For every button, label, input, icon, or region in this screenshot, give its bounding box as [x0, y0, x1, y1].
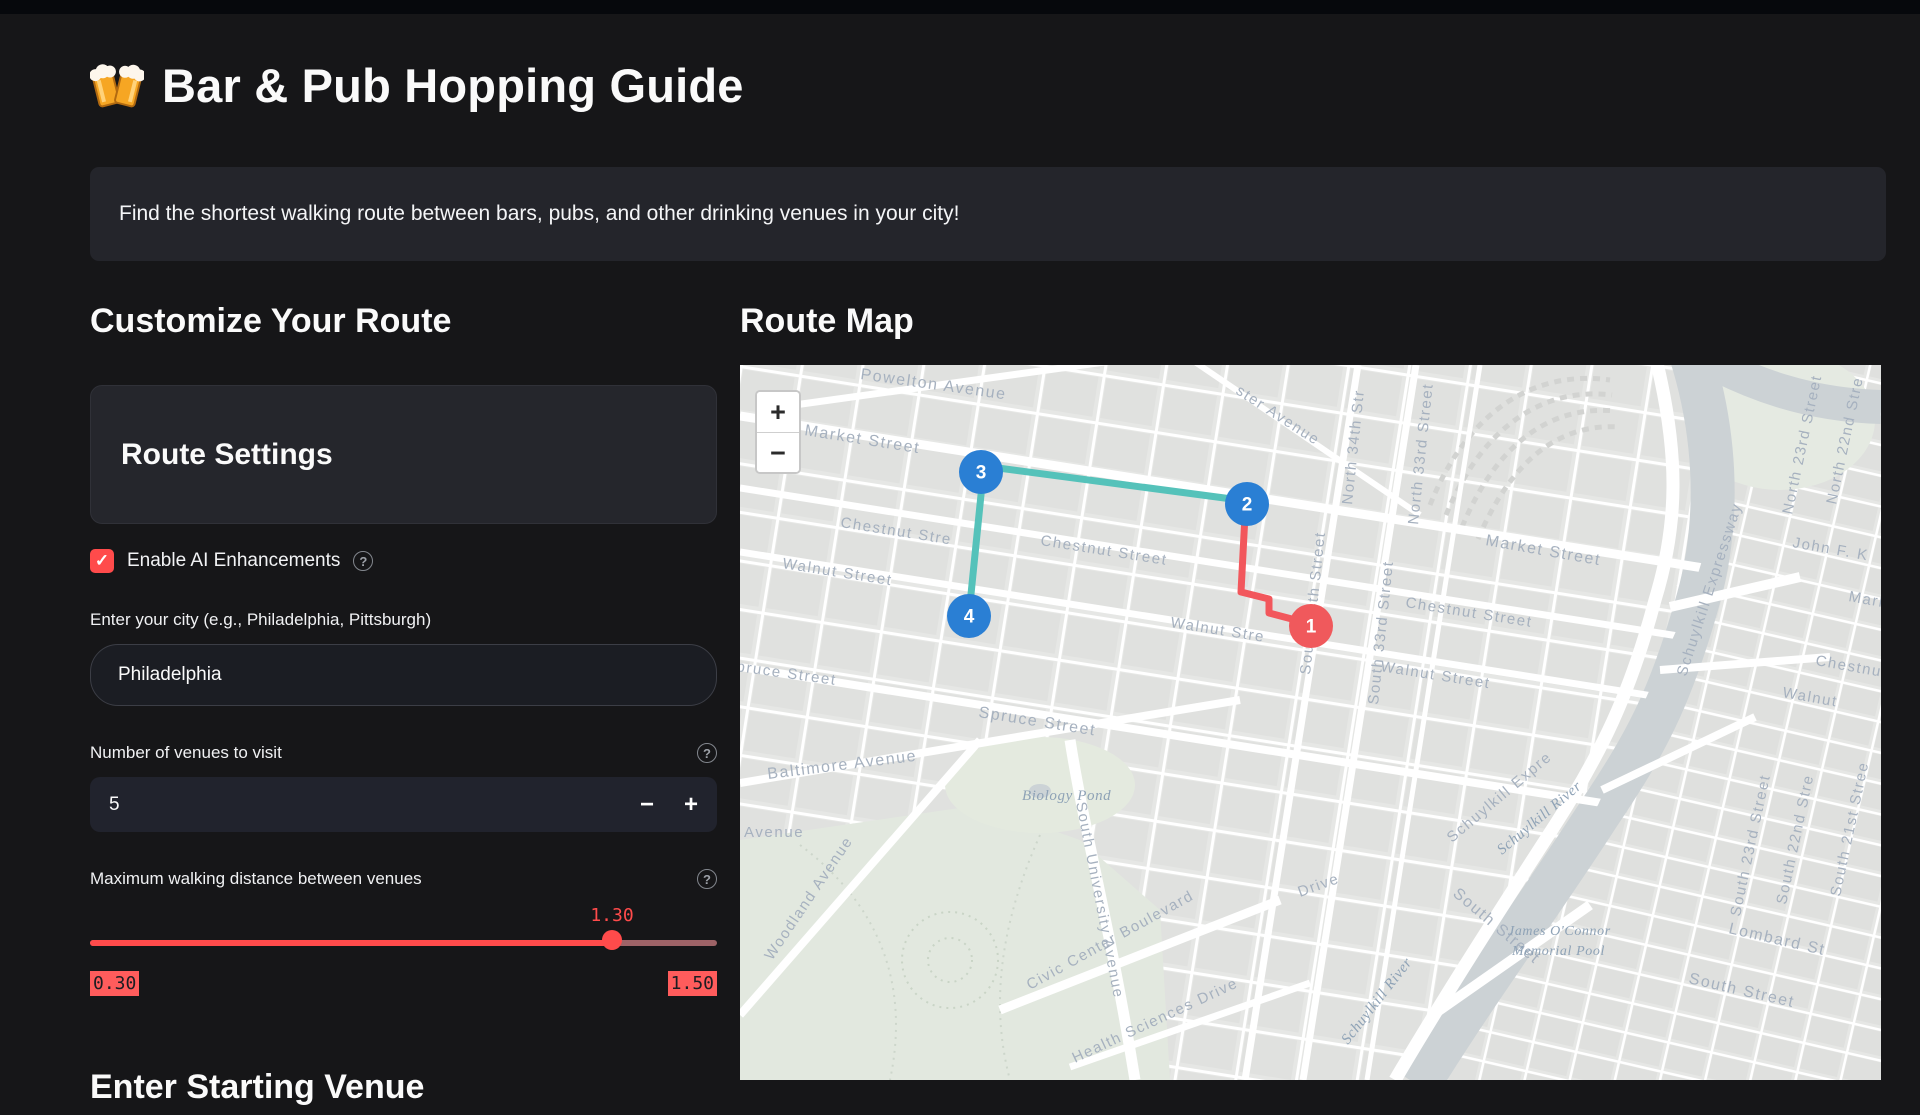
city-input[interactable]: Philadelphia: [90, 644, 717, 706]
ai-enhancements-label: Enable AI Enhancements: [127, 550, 341, 571]
venue-marker-3[interactable]: 3: [959, 450, 1003, 494]
slider-track-fill: [90, 940, 612, 946]
app-page: Bar & Pub Hopping Guide Find the shortes…: [0, 58, 1920, 1115]
info-banner-text: Find the shortest walking route between …: [119, 202, 960, 225]
venues-input-label: Number of venues to visit: [90, 743, 282, 762]
info-banner: Find the shortest walking route between …: [90, 167, 1886, 261]
map-label: James O'Connor: [1508, 924, 1611, 939]
browser-top-strip: [0, 0, 1920, 14]
map-column: Route Map Powelton Avenue Market Street …: [740, 302, 1886, 1115]
venues-decrement-button[interactable]: −: [625, 777, 669, 832]
svg-text:3: 3: [976, 463, 987, 484]
city-input-label: Enter your city (e.g., Philadelphia, Pit…: [90, 610, 432, 629]
map-canvas[interactable]: Powelton AvenueMarket StreetMarket Stree…: [740, 365, 1881, 1080]
venues-number-input[interactable]: 5 − +: [90, 777, 717, 832]
ai-enhancements-checkbox[interactable]: ✓: [90, 549, 114, 573]
starting-venue-heading: Enter Starting Venue: [90, 1068, 425, 1106]
slider-thumb[interactable]: [602, 930, 622, 950]
distance-slider: 1.30: [90, 905, 717, 969]
map-zoom-control: + −: [755, 390, 801, 474]
venues-increment-button[interactable]: +: [669, 777, 713, 832]
route-map-heading: Route Map: [740, 302, 914, 340]
map-label: Biology Pond: [1022, 788, 1111, 804]
map-label: Avenue: [744, 824, 804, 841]
city-input-value: Philadelphia: [118, 664, 222, 685]
map-label: Memorial Pool: [1511, 944, 1605, 959]
route-map[interactable]: Powelton Avenue Market Street Market Stree…: [740, 365, 1881, 1080]
checkmark-icon: ✓: [94, 551, 110, 570]
venues-help-icon[interactable]: ?: [697, 743, 717, 763]
distance-slider-label: Maximum walking distance between venues: [90, 869, 422, 888]
ai-enhancements-help-icon[interactable]: ?: [353, 551, 374, 571]
page-title: Bar & Pub Hopping Guide: [90, 58, 1886, 113]
settings-column: Customize Your Route Route Settings ✓ En…: [90, 302, 717, 1115]
svg-text:2: 2: [1242, 495, 1253, 516]
route-settings-card: Route Settings: [90, 385, 717, 524]
distance-slider-help-icon[interactable]: ?: [697, 869, 717, 889]
venue-marker-2[interactable]: 2: [1225, 482, 1269, 526]
zoom-in-button[interactable]: +: [757, 392, 799, 432]
zoom-out-button[interactable]: −: [757, 432, 799, 472]
slider-current-value: 1.30: [590, 905, 634, 926]
beer-mugs-icon: [90, 63, 144, 107]
route-settings-title: Route Settings: [121, 437, 333, 471]
venue-marker-4[interactable]: 4: [947, 594, 991, 638]
page-title-text: Bar & Pub Hopping Guide: [162, 59, 744, 112]
slider-max-value: 1.50: [667, 971, 717, 996]
slider-min-value: 0.30: [90, 971, 140, 996]
slider-track[interactable]: [90, 940, 717, 946]
svg-text:1: 1: [1306, 617, 1317, 638]
customize-route-heading: Customize Your Route: [90, 302, 452, 340]
venue-marker-1[interactable]: 1: [1289, 604, 1333, 648]
venues-number-value: 5: [109, 793, 120, 815]
svg-text:4: 4: [964, 607, 975, 628]
